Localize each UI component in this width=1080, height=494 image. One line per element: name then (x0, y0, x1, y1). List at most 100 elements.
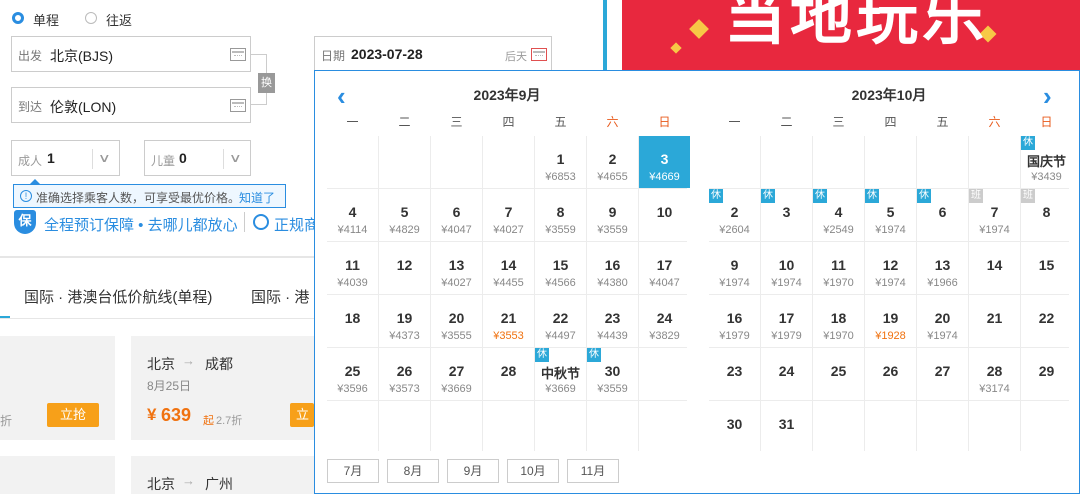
day-cell[interactable]: 26 (865, 348, 916, 400)
day-cell[interactable]: 24 ¥3829 (639, 295, 690, 347)
day-cell[interactable]: 班8 (1021, 189, 1072, 241)
day-cell[interactable]: 22 ¥4497 (535, 295, 586, 347)
day-cell[interactable]: 17 ¥1979 (761, 295, 812, 347)
day-cell[interactable]: 14 ¥4455 (483, 242, 534, 294)
calendar-icon[interactable] (531, 48, 547, 61)
day-cell[interactable]: 13 ¥1966 (917, 242, 968, 294)
day-cell[interactable]: 29 (1021, 348, 1072, 400)
deal-card[interactable]: 北京 → 成都 8月25日 ¥ 639 起 2.7折 立 (131, 336, 314, 440)
adult-select[interactable]: 成人 1 ∨ (11, 140, 120, 176)
day-cell[interactable]: 25 (813, 348, 864, 400)
day-cell[interactable]: 21 ¥3553 (483, 295, 534, 347)
day-cell[interactable]: 9 ¥1974 (709, 242, 760, 294)
grab-button[interactable]: 立 (290, 403, 314, 427)
grab-button[interactable]: 立抢 (47, 403, 99, 427)
day-cell[interactable]: 14 (969, 242, 1020, 294)
day-cell[interactable]: 13 ¥4027 (431, 242, 482, 294)
day-cell[interactable]: 11 ¥4039 (327, 242, 378, 294)
day-cell[interactable]: 3 ¥4669 (639, 136, 690, 188)
day-cell[interactable]: 1 ¥6853 (535, 136, 586, 188)
day-cell[interactable]: 20 ¥3555 (431, 295, 482, 347)
day-price: ¥4039 (337, 277, 368, 289)
day-cell[interactable]: 5 ¥4829 (379, 189, 430, 241)
tip-dismiss-link[interactable]: 知道了 (239, 189, 275, 206)
month-shortcut-button[interactable]: 11月 (567, 459, 619, 483)
day-cell[interactable]: 23 (709, 348, 760, 400)
day-cell[interactable]: 19 ¥4373 (379, 295, 430, 347)
day-price: ¥3573 (389, 383, 420, 395)
deal-card[interactable]: 北京 → 广州 (131, 456, 314, 494)
day-cell[interactable]: 6 ¥4047 (431, 189, 482, 241)
day-cell[interactable]: 休国庆节 ¥3439 (1021, 136, 1072, 188)
day-cell[interactable]: 27 ¥3669 (431, 348, 482, 400)
day-cell[interactable]: 21 (969, 295, 1020, 347)
departure-field[interactable]: 出发 北京(BJS) (11, 36, 251, 72)
day-cell[interactable]: 休 2 ¥2604 (709, 189, 760, 241)
day-cell[interactable]: 24 (761, 348, 812, 400)
day-number: 16 (604, 257, 621, 273)
weekday-header: 六 (988, 115, 1001, 129)
day-cell[interactable]: 18 ¥1970 (813, 295, 864, 347)
day-cell[interactable]: 12 (379, 242, 430, 294)
deal-card[interactable]: 折 立抢 (0, 336, 115, 440)
day-cell[interactable]: 26 ¥3573 (379, 348, 430, 400)
day-cell[interactable]: 28 (483, 348, 534, 400)
day-number: 7 (990, 204, 999, 220)
promo-banner[interactable]: 当地玩乐 (622, 0, 1080, 70)
month-shortcut-button[interactable]: 10月 (507, 459, 559, 483)
month-shortcut-button[interactable]: 9月 (447, 459, 499, 483)
day-cell[interactable]: 休中秋节 ¥3669 (535, 348, 586, 400)
day-cell[interactable]: 30 (709, 401, 760, 453)
day-cell[interactable]: 11 ¥1970 (813, 242, 864, 294)
chevron-down-icon[interactable]: ∨ (98, 151, 111, 165)
day-cell[interactable]: 休 5 ¥1974 (865, 189, 916, 241)
day-cell[interactable]: 休 4 ¥2549 (813, 189, 864, 241)
day-price: ¥3559 (597, 224, 628, 236)
day-cell[interactable]: 休3 (761, 189, 812, 241)
day-cell[interactable]: 7 ¥4027 (483, 189, 534, 241)
day-cell[interactable]: 25 ¥3596 (327, 348, 378, 400)
child-select[interactable]: 儿童 0 ∨ (144, 140, 251, 176)
day-cell[interactable]: 15 ¥4566 (535, 242, 586, 294)
day-cell[interactable]: 8 ¥3559 (535, 189, 586, 241)
day-cell[interactable]: 17 ¥4047 (639, 242, 690, 294)
arrival-field[interactable]: 到达 伦敦(LON) (11, 87, 251, 123)
deal-card[interactable] (0, 456, 115, 494)
day-cell[interactable]: 16 ¥4380 (587, 242, 638, 294)
day-cell[interactable]: 31 (761, 401, 812, 453)
day-cell[interactable]: 16 ¥1979 (709, 295, 760, 347)
day-cell[interactable]: 19 ¥1928 (865, 295, 916, 347)
holiday-badge: 休 (587, 348, 601, 362)
day-cell[interactable]: 20 ¥1974 (917, 295, 968, 347)
roundtrip-label: 往返 (106, 13, 133, 28)
swap-button[interactable]: 换 (258, 73, 275, 93)
oneway-radio[interactable] (12, 12, 24, 24)
day-cell[interactable]: 27 (917, 348, 968, 400)
day-cell[interactable]: 10 (639, 189, 690, 241)
day-cell[interactable]: 22 (1021, 295, 1072, 347)
chevron-down-icon[interactable]: ∨ (229, 151, 242, 165)
day-number: 16 (726, 310, 743, 326)
day-cell[interactable]: 18 (327, 295, 378, 347)
day-cell[interactable]: 休 30 ¥3559 (587, 348, 638, 400)
day-cell[interactable]: 23 ¥4439 (587, 295, 638, 347)
day-cell[interactable]: 12 ¥1974 (865, 242, 916, 294)
weekday-header: 一 (346, 115, 359, 129)
day-cell[interactable]: 10 ¥1974 (761, 242, 812, 294)
roundtrip-radio[interactable] (85, 12, 97, 24)
day-cell[interactable]: 15 (1021, 242, 1072, 294)
month-shortcut-button[interactable]: 7月 (327, 459, 379, 483)
month-shortcut-button[interactable]: 8月 (387, 459, 439, 483)
day-cell[interactable]: 9 ¥3559 (587, 189, 638, 241)
day-cell[interactable]: 班 7 ¥1974 (969, 189, 1020, 241)
day-number: 17 (656, 257, 673, 273)
day-cell[interactable]: 休6 (917, 189, 968, 241)
city-list-icon[interactable] (230, 48, 246, 61)
tab-intl-lowprice[interactable]: 国际 · 港澳台低价航线(单程) (24, 286, 212, 307)
city-list-icon[interactable] (230, 99, 246, 112)
tab-intl-hk[interactable]: 国际 · 港 (251, 286, 309, 307)
date-field[interactable]: 日期 2023-07-28 后天 (314, 36, 552, 72)
day-cell[interactable]: 28 ¥3174 (969, 348, 1020, 400)
day-cell[interactable]: 2 ¥4655 (587, 136, 638, 188)
day-cell[interactable]: 4 ¥4114 (327, 189, 378, 241)
